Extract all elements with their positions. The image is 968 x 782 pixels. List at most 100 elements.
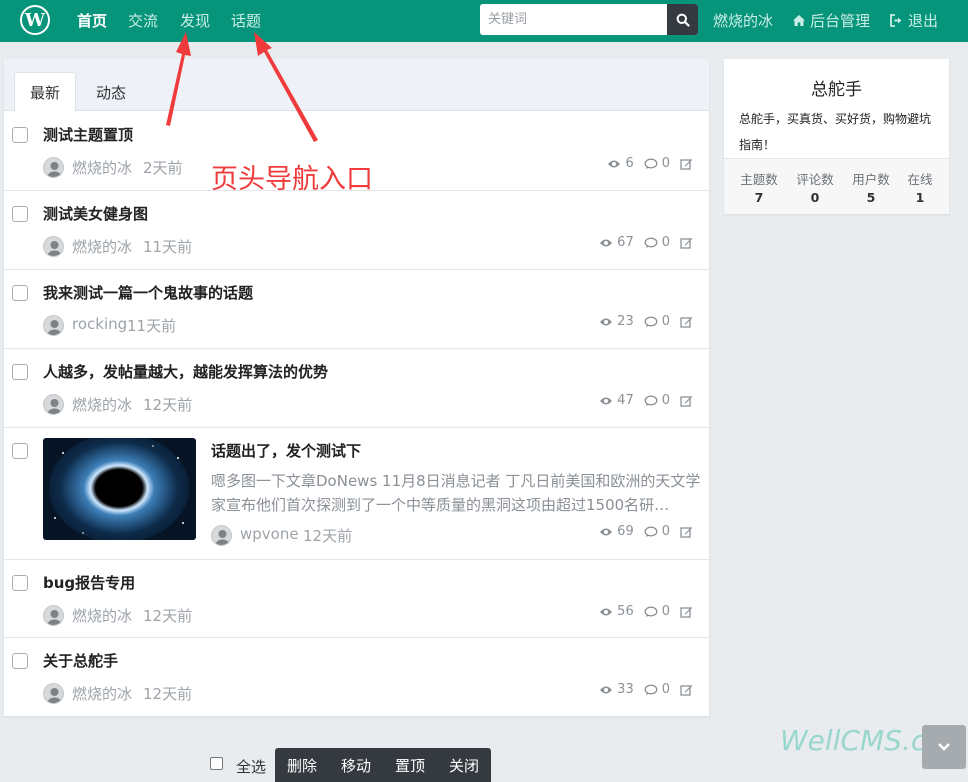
thread-row[interactable]: 我来测试一篇一个鬼故事的话题 rocking 11天前 23 0 xyxy=(4,270,709,349)
nav-exchange[interactable]: 交流 xyxy=(128,10,158,31)
search-input[interactable] xyxy=(480,4,667,35)
avatar[interactable] xyxy=(43,683,64,704)
avatar[interactable] xyxy=(43,157,64,178)
annotation-text: 页头导航入口 xyxy=(211,164,373,195)
comment-icon xyxy=(644,316,658,327)
thread-row[interactable]: 测试美女健身图 燃烧的冰 11天前 67 0 xyxy=(4,191,709,270)
thread-time: 11天前 xyxy=(127,317,177,335)
view-count: 67 xyxy=(617,235,634,250)
edit-icon[interactable] xyxy=(680,606,693,618)
forum-info-card: 总舵手 总舵手，买真货、买好货，购物避坑指南！ 主题数 7 评论数 0 用户数 … xyxy=(724,59,949,214)
stat-threads: 主题数 7 xyxy=(731,169,787,205)
search-box xyxy=(480,4,698,35)
avatar[interactable] xyxy=(43,315,64,336)
avatar[interactable] xyxy=(211,525,232,546)
thread-author[interactable]: rocking xyxy=(72,315,127,333)
edit-icon[interactable] xyxy=(680,526,693,538)
eye-icon xyxy=(600,318,613,325)
stat-comments: 评论数 0 xyxy=(787,169,843,205)
nav-home[interactable]: 首页 xyxy=(77,10,107,31)
thread-stats: 69 0 xyxy=(599,524,693,539)
edit-icon[interactable] xyxy=(680,158,693,170)
select-all-label[interactable]: 全选 xyxy=(236,756,266,777)
thread-author[interactable]: 燃烧的冰 xyxy=(72,236,132,257)
thread-row[interactable]: bug报告专用 燃烧的冰 12天前 56 0 xyxy=(4,560,709,638)
close-button[interactable]: 关闭 xyxy=(437,748,491,782)
pin-button[interactable]: 置顶 xyxy=(383,748,437,782)
user-link[interactable]: 燃烧的冰 xyxy=(713,10,773,31)
view-count: 23 xyxy=(617,314,634,329)
thread-row[interactable]: 话题出了，发个测试下 嗯多图一下文章DoNews 11月8日消息记者 丁凡日前美… xyxy=(4,428,709,560)
admin-link[interactable]: 后台管理 xyxy=(792,10,870,31)
thread-row[interactable]: 人越多，发帖量越大，越能发挥算法的优势 燃烧的冰 12天前 47 0 xyxy=(4,349,709,428)
avatar[interactable] xyxy=(43,394,64,415)
edit-icon[interactable] xyxy=(680,237,693,249)
thread-checkbox[interactable] xyxy=(12,443,28,459)
thread-checkbox[interactable] xyxy=(12,575,28,591)
thread-stats: 6 0 xyxy=(607,156,693,171)
thread-title[interactable]: 我来测试一篇一个鬼故事的话题 xyxy=(43,282,253,303)
thread-time: 12天前 xyxy=(143,685,193,703)
stat-value: 1 xyxy=(915,190,925,205)
view-count: 69 xyxy=(617,524,634,539)
edit-icon[interactable] xyxy=(680,316,693,328)
thread-stats: 33 0 xyxy=(599,682,693,697)
edit-icon[interactable] xyxy=(680,395,693,407)
scroll-to-bottom-button[interactable] xyxy=(922,725,966,769)
thread-checkbox[interactable] xyxy=(12,364,28,380)
thread-title[interactable]: 测试美女健身图 xyxy=(43,203,148,224)
nav-discover[interactable]: 发现 xyxy=(180,10,210,31)
search-button[interactable] xyxy=(667,4,698,35)
comment-count: 0 xyxy=(661,524,670,539)
stat-label: 评论数 xyxy=(796,172,834,187)
eye-icon xyxy=(600,528,613,535)
comment-icon xyxy=(644,526,658,537)
logout-link[interactable]: 退出 xyxy=(889,10,938,31)
view-count: 47 xyxy=(617,393,634,408)
move-button[interactable]: 移动 xyxy=(329,748,383,782)
thread-stats: 23 0 xyxy=(599,314,693,329)
thread-row[interactable]: 关于总舵手 燃烧的冰 12天前 33 0 xyxy=(4,638,709,716)
thread-title[interactable]: bug报告专用 xyxy=(43,572,135,593)
comment-icon xyxy=(644,237,658,248)
avatar[interactable] xyxy=(43,605,64,626)
comment-icon xyxy=(644,606,658,617)
view-count: 56 xyxy=(617,604,634,619)
thread-title[interactable]: 关于总舵手 xyxy=(43,650,118,671)
avatar[interactable] xyxy=(43,236,64,257)
top-navbar: W 首页 交流 发现 话题 燃烧的冰 后台管理 退出 xyxy=(0,0,968,42)
stat-value: 5 xyxy=(866,190,876,205)
thread-author[interactable]: 燃烧的冰 xyxy=(72,157,132,178)
forum-description: 总舵手，买真货、买好货，购物避坑指南！ xyxy=(739,112,932,152)
stat-label: 用户数 xyxy=(852,172,890,187)
site-logo[interactable]: W xyxy=(20,5,50,35)
stat-label: 在线 xyxy=(907,172,933,187)
thread-author[interactable]: 燃烧的冰 xyxy=(72,605,132,626)
comment-icon xyxy=(644,684,658,695)
thread-checkbox[interactable] xyxy=(12,127,28,143)
comment-count: 0 xyxy=(661,393,670,408)
eye-icon xyxy=(600,608,613,615)
thread-title[interactable]: 人越多，发帖量越大，越能发挥算法的优势 xyxy=(43,361,328,382)
thread-time: 2天前 xyxy=(143,159,183,177)
tab-activity[interactable]: 动态 xyxy=(81,72,141,112)
tabs-bar: 最新 动态 xyxy=(4,59,709,112)
tab-latest[interactable]: 最新 xyxy=(14,72,77,112)
stat-label: 主题数 xyxy=(740,172,778,187)
thread-author[interactable]: 燃烧的冰 xyxy=(72,394,132,415)
delete-button[interactable]: 删除 xyxy=(275,748,329,782)
thread-checkbox[interactable] xyxy=(12,653,28,669)
thread-checkbox[interactable] xyxy=(12,285,28,301)
select-all-checkbox[interactable] xyxy=(210,757,223,770)
nav-topics[interactable]: 话题 xyxy=(231,10,261,31)
thread-author[interactable]: 燃烧的冰 xyxy=(72,683,132,704)
thread-title[interactable]: 测试主题置顶 xyxy=(43,124,133,145)
thread-checkbox[interactable] xyxy=(12,206,28,222)
thread-time: 11天前 xyxy=(143,238,193,256)
comment-count: 0 xyxy=(661,314,670,329)
thread-thumbnail[interactable] xyxy=(43,438,196,540)
edit-icon[interactable] xyxy=(680,684,693,696)
thread-title[interactable]: 话题出了，发个测试下 xyxy=(211,440,361,461)
comment-count: 0 xyxy=(661,682,670,697)
thread-author[interactable]: wpvone xyxy=(240,525,299,543)
